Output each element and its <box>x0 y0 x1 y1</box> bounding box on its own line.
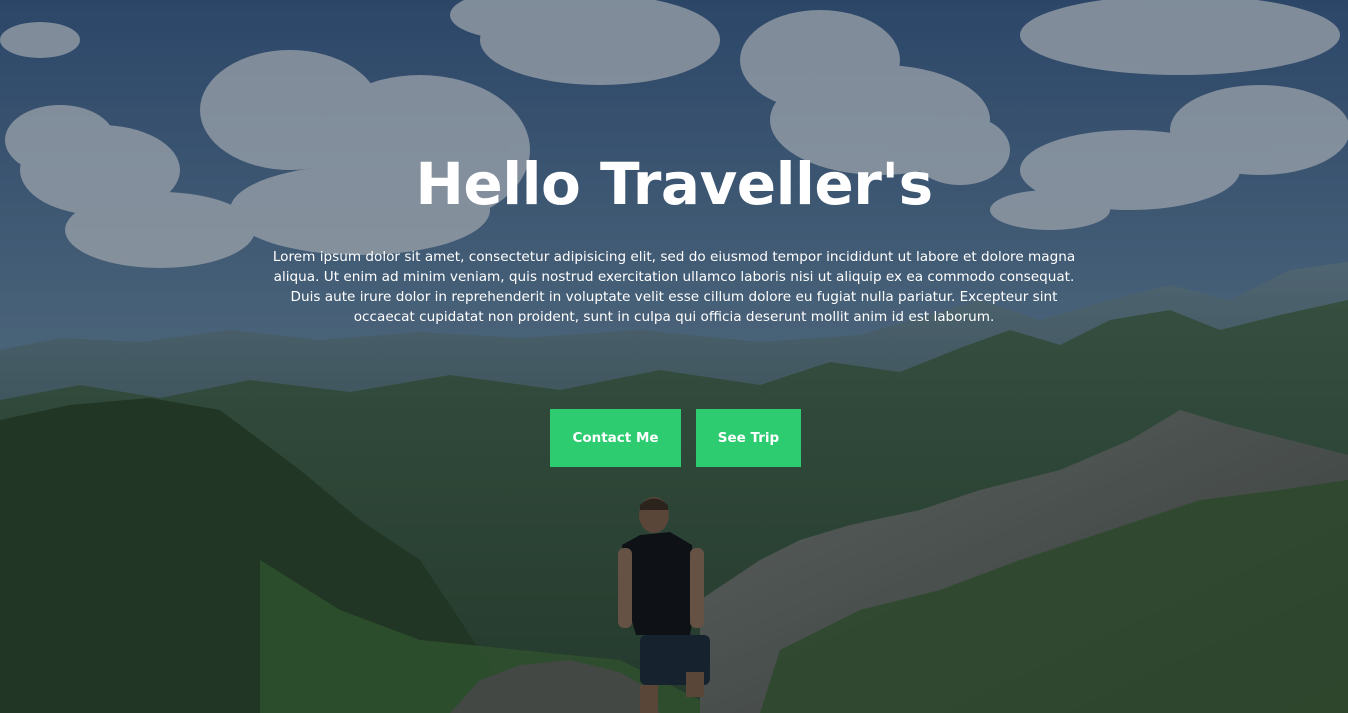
see-trip-button[interactable]: See Trip <box>696 409 801 467</box>
hero-title: Hello Traveller's <box>415 150 933 218</box>
contact-me-button[interactable]: Contact Me <box>550 409 681 467</box>
hero-content: Hello Traveller's Lorem ipsum dolor sit … <box>0 0 1348 713</box>
hero-description: Lorem ipsum dolor sit amet, consectetur … <box>272 249 1076 325</box>
hero-section: Hello Traveller's Lorem ipsum dolor sit … <box>0 0 1348 713</box>
